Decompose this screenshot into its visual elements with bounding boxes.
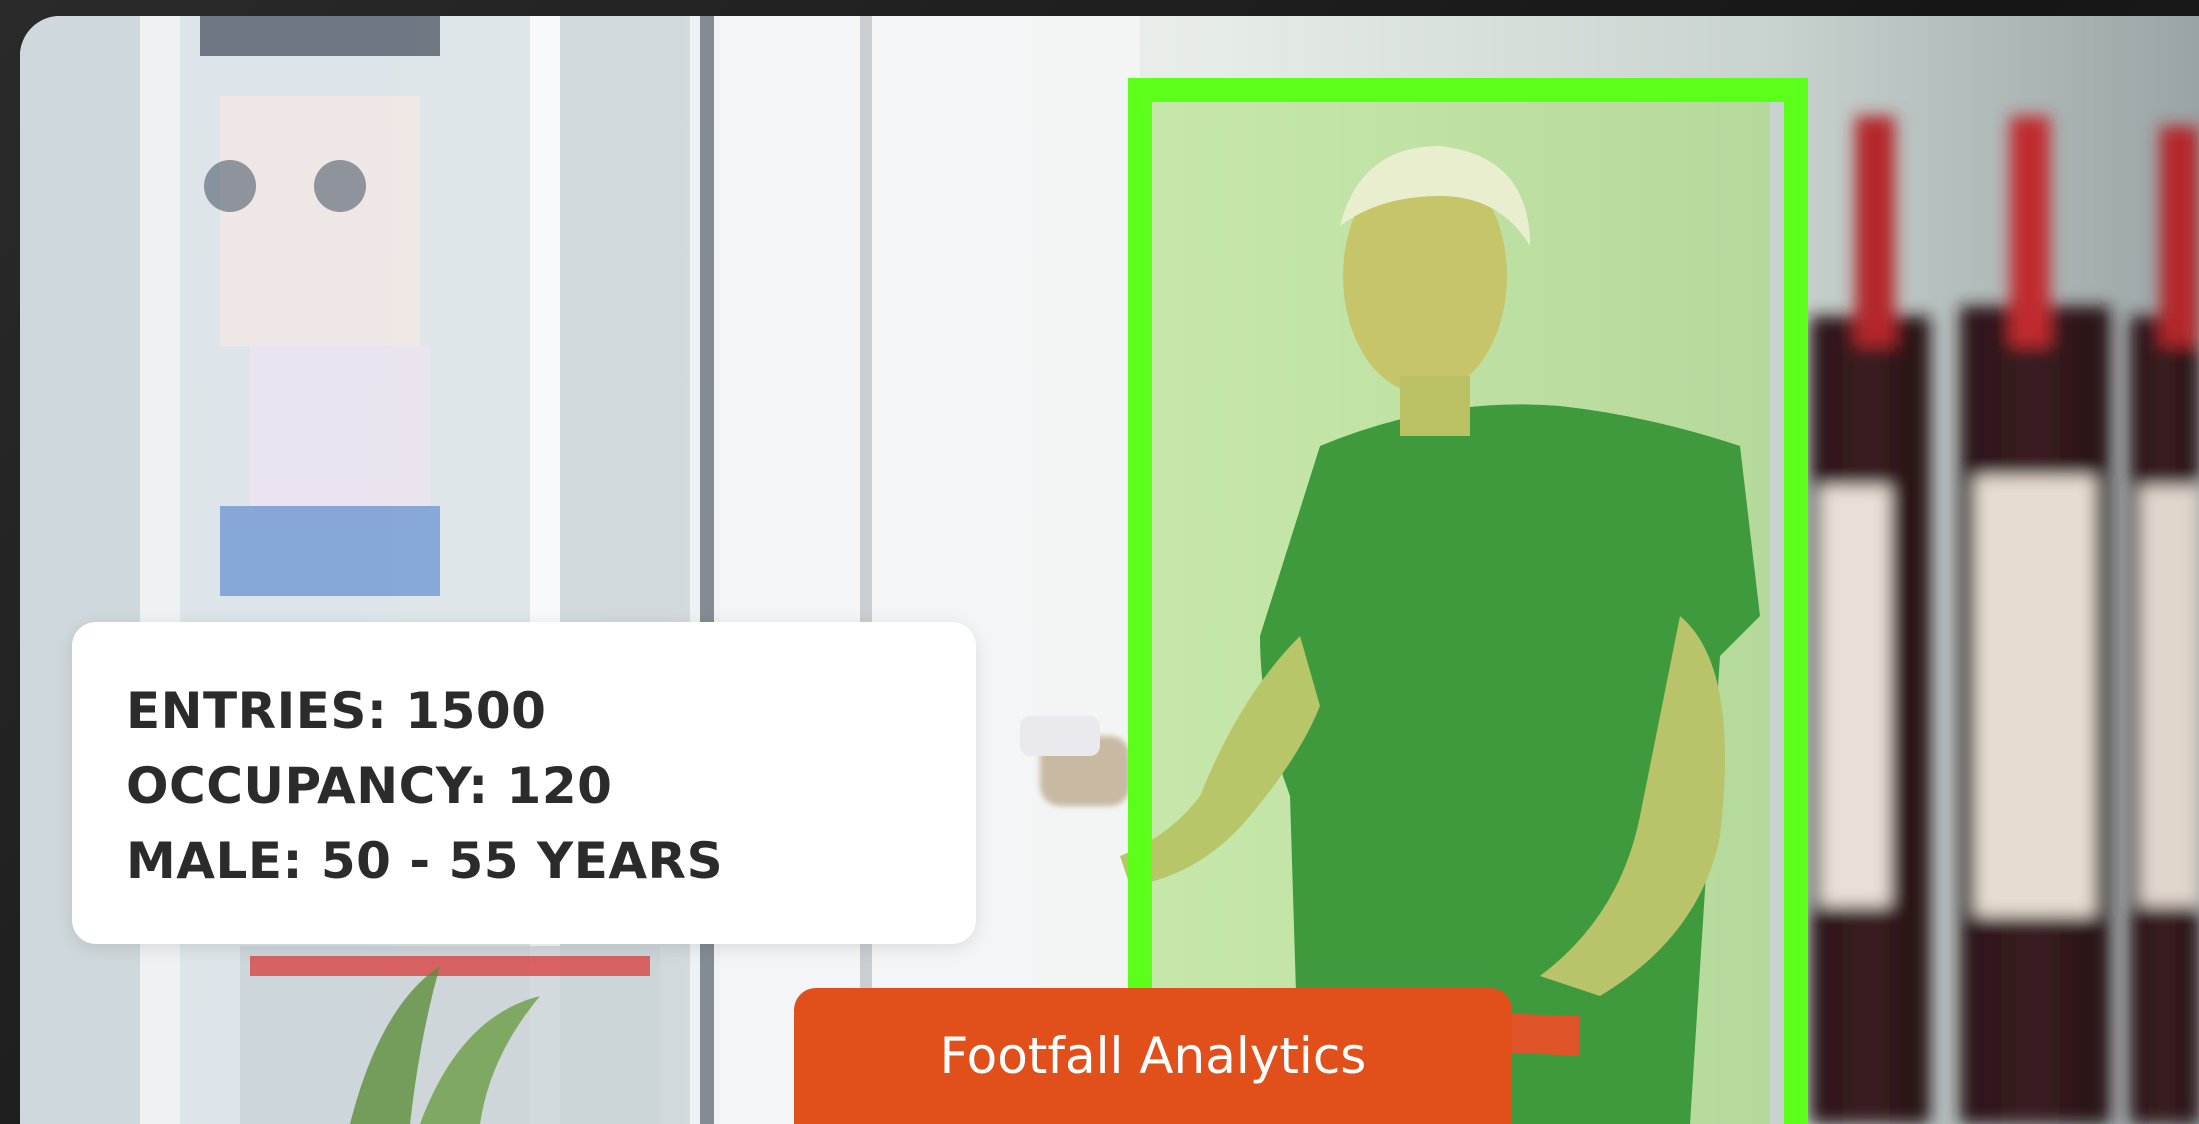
occupancy-stat: OCCUPANCY: 120: [126, 757, 613, 815]
footfall-analytics-button[interactable]: Footfall Analytics: [794, 988, 1512, 1124]
store-scene-image: [20, 16, 2199, 1124]
analytics-card: [20, 16, 2199, 1124]
stats-panel: ENTRIES: 1500 OCCUPANCY: 120 MALE: 50 - …: [72, 622, 976, 944]
demographic-stat: MALE: 50 - 55 YEARS: [126, 832, 724, 890]
footfall-analytics-label: Footfall Analytics: [939, 1027, 1367, 1085]
entries-stat: ENTRIES: 1500: [126, 682, 547, 740]
